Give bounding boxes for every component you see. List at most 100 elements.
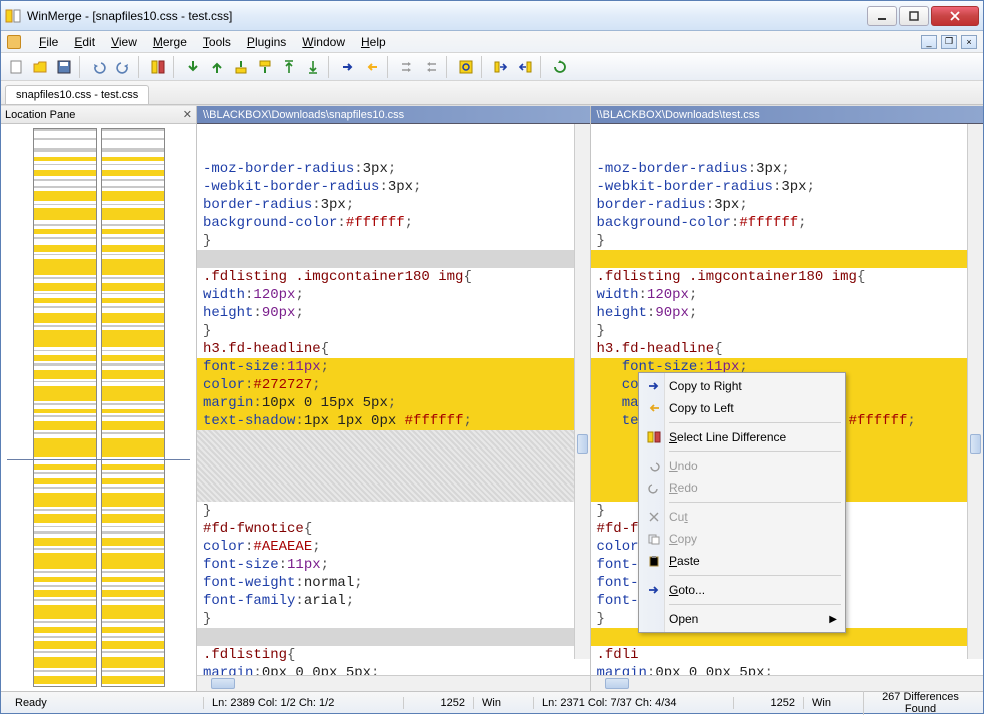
left-editor: \\BLACKBOX\Downloads\snapfiles10.css -mo… — [197, 106, 591, 691]
code-line[interactable]: h3.fd-headline{ — [197, 340, 590, 358]
copy-left-icon[interactable] — [361, 56, 383, 78]
minimize-button[interactable] — [867, 6, 897, 26]
code-line[interactable]: margin:0px 0 0px 5px; — [591, 664, 984, 675]
code-line[interactable]: font-weight:normal; — [197, 574, 590, 592]
vertical-scrollbar[interactable] — [967, 124, 983, 659]
new-icon[interactable] — [5, 56, 27, 78]
menu-edit[interactable]: Edit — [66, 33, 103, 51]
open-icon[interactable] — [29, 56, 51, 78]
ctx-redo: Redo — [641, 477, 843, 499]
menu-tools[interactable]: Tools — [195, 33, 239, 51]
ctx-copy-to-right[interactable]: Copy to Right — [641, 375, 843, 397]
rescan-icon[interactable] — [549, 56, 571, 78]
code-line[interactable]: .fdlisting .imgcontainer180 img{ — [197, 268, 590, 286]
mdi-minimize-button[interactable]: _ — [921, 35, 937, 49]
code-line[interactable] — [197, 466, 590, 484]
titlebar[interactable]: WinMerge - [snapfiles10.css - test.css] — [1, 1, 983, 31]
diff-split-icon[interactable] — [147, 56, 169, 78]
code-line[interactable]: h3.fd-headline{ — [591, 340, 984, 358]
code-line[interactable]: margin:0px 0 0px 5px; — [197, 664, 590, 675]
code-line[interactable]: margin:10px 0 15px 5px; — [197, 394, 590, 412]
code-line[interactable]: #fd-fwnotice{ — [197, 520, 590, 538]
code-line[interactable]: height:90px; — [591, 304, 984, 322]
status-right-enc: 1252 — [733, 697, 803, 709]
copy-all-right-icon[interactable] — [396, 56, 418, 78]
mdi-restore-button[interactable]: ❐ — [941, 35, 957, 49]
next-diff-yellow-icon[interactable] — [230, 56, 252, 78]
next-diff-icon[interactable] — [182, 56, 204, 78]
menu-file[interactable]: File — [31, 33, 66, 51]
code-line[interactable] — [197, 250, 590, 268]
code-line[interactable]: -webkit-border-radius:3px; — [197, 178, 590, 196]
vertical-scrollbar[interactable] — [574, 124, 590, 659]
location-column-right[interactable] — [101, 128, 165, 687]
code-line[interactable] — [197, 628, 590, 646]
undo-icon[interactable] — [88, 56, 110, 78]
code-line[interactable]: .fdlisting{ — [197, 646, 590, 664]
ctx-copy-to-left[interactable]: Copy to Left — [641, 397, 843, 419]
redo-icon[interactable] — [112, 56, 134, 78]
code-line[interactable]: font-family:arial; — [197, 592, 590, 610]
code-line[interactable]: height:90px; — [197, 304, 590, 322]
last-diff-icon[interactable] — [302, 56, 324, 78]
code-line[interactable]: color:#AEAEAE; — [197, 538, 590, 556]
undo-icon — [645, 458, 663, 474]
code-line[interactable] — [197, 430, 590, 448]
code-line[interactable]: color:#272727; — [197, 376, 590, 394]
refresh-icon[interactable] — [455, 56, 477, 78]
code-line[interactable]: font-size:11px; — [197, 358, 590, 376]
ctx-select-line-difference[interactable]: Select Line Difference — [641, 426, 843, 448]
code-line[interactable]: background-color:#ffffff; — [197, 214, 590, 232]
arrow-left-icon — [645, 400, 663, 416]
code-line[interactable]: } — [197, 322, 590, 340]
code-line[interactable]: .fdlisting .imgcontainer180 img{ — [591, 268, 984, 286]
prev-diff-icon[interactable] — [206, 56, 228, 78]
code-line[interactable] — [591, 250, 984, 268]
code-line[interactable]: .fdli — [591, 646, 984, 664]
location-column-left[interactable] — [33, 128, 97, 687]
code-line[interactable] — [197, 484, 590, 502]
document-tab[interactable]: snapfiles10.css - test.css — [5, 85, 149, 104]
code-line[interactable]: font-size:11px; — [197, 556, 590, 574]
code-line[interactable]: } — [197, 502, 590, 520]
copy-right-icon[interactable] — [337, 56, 359, 78]
save-icon[interactable] — [53, 56, 75, 78]
first-diff-icon[interactable] — [278, 56, 300, 78]
code-line[interactable]: } — [591, 322, 984, 340]
location-cursor[interactable] — [7, 459, 190, 460]
close-button[interactable] — [931, 6, 979, 26]
menu-merge[interactable]: Merge — [145, 33, 195, 51]
code-line[interactable]: } — [197, 232, 590, 250]
code-line[interactable]: border-radius:3px; — [197, 196, 590, 214]
copy-left-diff-icon[interactable] — [514, 56, 536, 78]
code-line[interactable]: width:120px; — [197, 286, 590, 304]
maximize-button[interactable] — [899, 6, 929, 26]
blank-icon — [645, 611, 663, 627]
location-pane-close-icon[interactable]: ✕ — [183, 108, 192, 121]
code-line[interactable]: background-color:#ffffff; — [591, 214, 984, 232]
ctx-goto-[interactable]: Goto... — [641, 579, 843, 601]
mdi-close-button[interactable]: × — [961, 35, 977, 49]
location-pane-body[interactable] — [1, 124, 196, 691]
menu-window[interactable]: Window — [294, 33, 353, 51]
left-editor-body[interactable]: -moz-border-radius:3px;-webkit-border-ra… — [197, 124, 590, 675]
code-line[interactable]: text-shadow:1px 1px 0px #ffffff; — [197, 412, 590, 430]
prev-diff-yellow-icon[interactable] — [254, 56, 276, 78]
horizontal-scrollbar[interactable] — [591, 675, 984, 691]
menu-view[interactable]: View — [103, 33, 145, 51]
code-line[interactable]: width:120px; — [591, 286, 984, 304]
code-line[interactable]: } — [197, 610, 590, 628]
code-line[interactable]: } — [591, 232, 984, 250]
ctx-open[interactable]: Open▶ — [641, 608, 843, 630]
copy-all-left-icon[interactable] — [420, 56, 442, 78]
code-line[interactable]: -webkit-border-radius:3px; — [591, 178, 984, 196]
code-line[interactable]: -moz-border-radius:3px; — [197, 160, 590, 178]
code-line[interactable] — [197, 448, 590, 466]
copy-right-diff-icon[interactable] — [490, 56, 512, 78]
ctx-paste[interactable]: Paste — [641, 550, 843, 572]
code-line[interactable]: -moz-border-radius:3px; — [591, 160, 984, 178]
code-line[interactable]: border-radius:3px; — [591, 196, 984, 214]
menu-plugins[interactable]: Plugins — [239, 33, 294, 51]
horizontal-scrollbar[interactable] — [197, 675, 590, 691]
menu-help[interactable]: Help — [353, 33, 394, 51]
